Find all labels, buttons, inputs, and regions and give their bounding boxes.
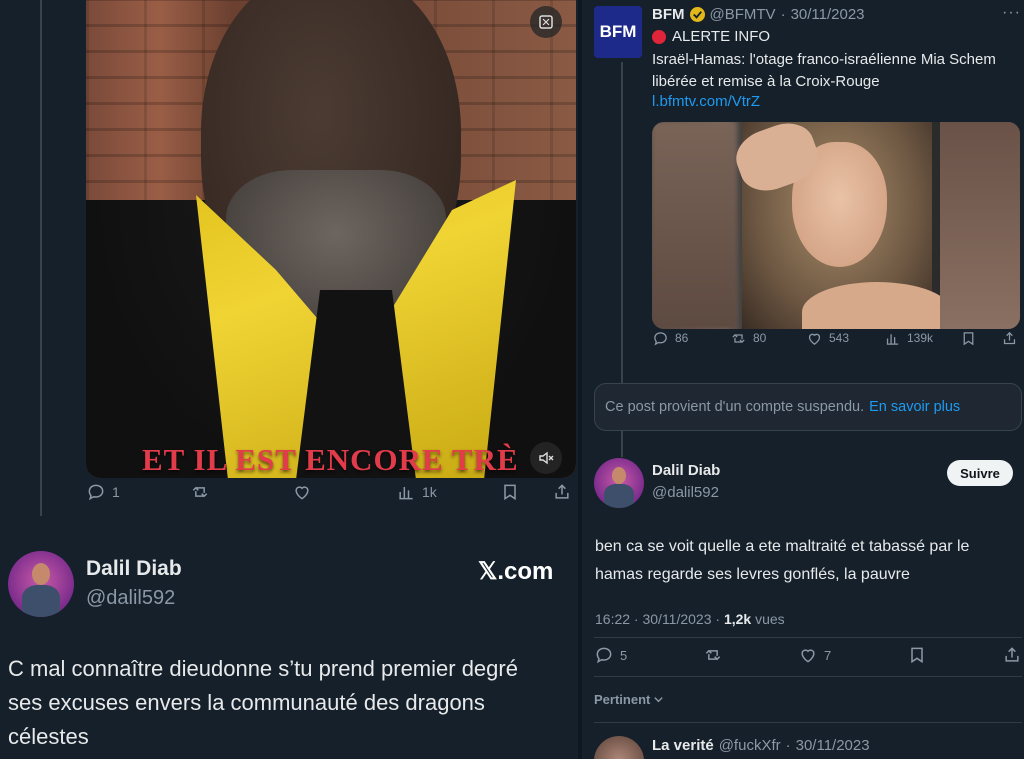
x-watermark: 𝕏.com: [478, 558, 554, 585]
suspended-text: Ce post provient d'un compte suspendu.: [605, 399, 865, 415]
chart-icon: [399, 487, 413, 500]
chart-icon: [886, 333, 899, 345]
video-player[interactable]: ET IL EST ENCORE TRÈ: [86, 0, 576, 478]
reply-count: 5: [620, 647, 628, 663]
share-button[interactable]: [552, 482, 572, 502]
author-name[interactable]: Dalil Diab: [86, 557, 182, 581]
view-count: 139k: [907, 331, 934, 345]
avatar[interactable]: [594, 458, 644, 508]
reply-time: 16:22 · 30/11/2023 ·: [595, 611, 724, 627]
thread-line: [40, 0, 42, 516]
quoted-date: 30/11/2023: [790, 6, 865, 23]
repost-button[interactable]: [190, 482, 210, 502]
next-reply-date: 30/11/2023: [795, 737, 870, 754]
repost-icon: [192, 486, 208, 498]
like-count: 543: [829, 331, 850, 345]
bookmark-button[interactable]: [960, 330, 977, 347]
suspended-notice: Ce post provient d'un compte suspendu. E…: [594, 383, 1022, 431]
reply-button[interactable]: 5: [594, 645, 627, 665]
bookmark-icon: [504, 484, 516, 501]
quoted-handle[interactable]: @BFMTV: [710, 6, 776, 23]
heart-icon: [808, 333, 821, 345]
sort-dropdown[interactable]: Pertinent: [594, 692, 664, 707]
verified-icon: [689, 7, 705, 22]
reply-icon: [88, 484, 104, 501]
reply-icon: [596, 647, 612, 664]
alert-label: ALERTE INFO: [672, 28, 771, 45]
reply-icon: [654, 331, 667, 346]
reply-meta: 16:22 · 30/11/2023 · 1,2k vues: [595, 611, 785, 627]
share-icon: [555, 484, 569, 499]
next-reply-handle[interactable]: @fuckXfr: [719, 737, 781, 754]
views-button[interactable]: 139k: [884, 330, 933, 347]
repost-icon: [732, 333, 745, 343]
view-count: 1k: [422, 484, 437, 500]
bookmark-icon: [910, 647, 923, 664]
reply-views-count: 1,2k: [723, 611, 752, 627]
video-caption: ET IL EST ENCORE TRÈ: [142, 442, 519, 477]
repost-button[interactable]: [703, 645, 723, 665]
author-handle[interactable]: @dalil592: [86, 587, 175, 610]
share-button[interactable]: [1002, 645, 1022, 665]
divider: [594, 676, 1022, 677]
reply-button[interactable]: 1: [86, 482, 120, 502]
tweet-text: C mal connaître dieudonne s’tu prend pre…: [8, 656, 518, 749]
alert-line: ALERTE INFO: [652, 28, 770, 45]
views-button[interactable]: 1k: [396, 482, 437, 502]
heart-icon: [801, 649, 815, 663]
bookmark-button[interactable]: [907, 645, 927, 665]
avatar[interactable]: [8, 551, 74, 617]
divider: [594, 637, 1022, 638]
right-panel: BFM BFM @BFMTV · 30/11/2023 ··· ALERTE I…: [582, 0, 1024, 759]
learn-more-link[interactable]: En savoir plus: [869, 399, 960, 415]
follow-button[interactable]: Suivre: [947, 460, 1013, 486]
quoted-post-header: BFM @BFMTV · 30/11/2023: [652, 6, 865, 23]
repost-button[interactable]: 80: [730, 330, 766, 347]
reply-views-label: vues: [751, 611, 785, 627]
quoted-headline: Israël-Hamas: l'otage franco-israélienne…: [652, 51, 996, 90]
divider: [594, 722, 1022, 723]
share-button[interactable]: [1001, 330, 1018, 347]
reply-author-name[interactable]: Dalil Diab: [652, 462, 720, 479]
left-panel: ET IL EST ENCORE TRÈ 1 1k Dalil Diab @da…: [0, 0, 578, 759]
share-icon: [1003, 331, 1016, 344]
reply-count: 1: [112, 484, 120, 500]
reply-count: 86: [675, 331, 689, 345]
sort-label: Pertinent: [594, 692, 651, 707]
chevron-down-icon: [654, 697, 664, 703]
reply-author-handle[interactable]: @dalil592: [652, 484, 719, 501]
avatar[interactable]: [594, 736, 644, 759]
expand-icon[interactable]: [530, 6, 562, 38]
more-icon[interactable]: ···: [1002, 4, 1021, 22]
heart-icon: [295, 486, 309, 500]
next-reply-author[interactable]: La verité: [652, 737, 714, 754]
bookmark-button[interactable]: [500, 482, 520, 502]
bfm-avatar[interactable]: BFM: [594, 6, 642, 58]
repost-count: 80: [753, 331, 767, 345]
mute-icon[interactable]: [530, 442, 562, 474]
bookmark-icon: [963, 331, 974, 345]
red-circle-icon: [652, 29, 666, 44]
reply-actions: 5 7: [594, 645, 1022, 665]
repost-icon: [705, 649, 720, 661]
next-reply-header: La verité @fuckXfr · 30/11/2023: [652, 737, 870, 754]
quoted-photo[interactable]: [652, 122, 1020, 329]
like-count: 7: [823, 647, 832, 663]
like-button[interactable]: 543: [806, 330, 849, 347]
quoted-link[interactable]: l.bfmtv.com/VtrZ: [652, 93, 760, 110]
like-button[interactable]: 7: [798, 645, 831, 665]
share-icon: [1005, 647, 1019, 662]
quoted-author[interactable]: BFM: [652, 6, 685, 23]
reply-text: ben ca se voit quelle a ete maltraité et…: [595, 538, 970, 583]
reply-button[interactable]: 86: [652, 330, 688, 347]
like-button[interactable]: [292, 482, 312, 502]
